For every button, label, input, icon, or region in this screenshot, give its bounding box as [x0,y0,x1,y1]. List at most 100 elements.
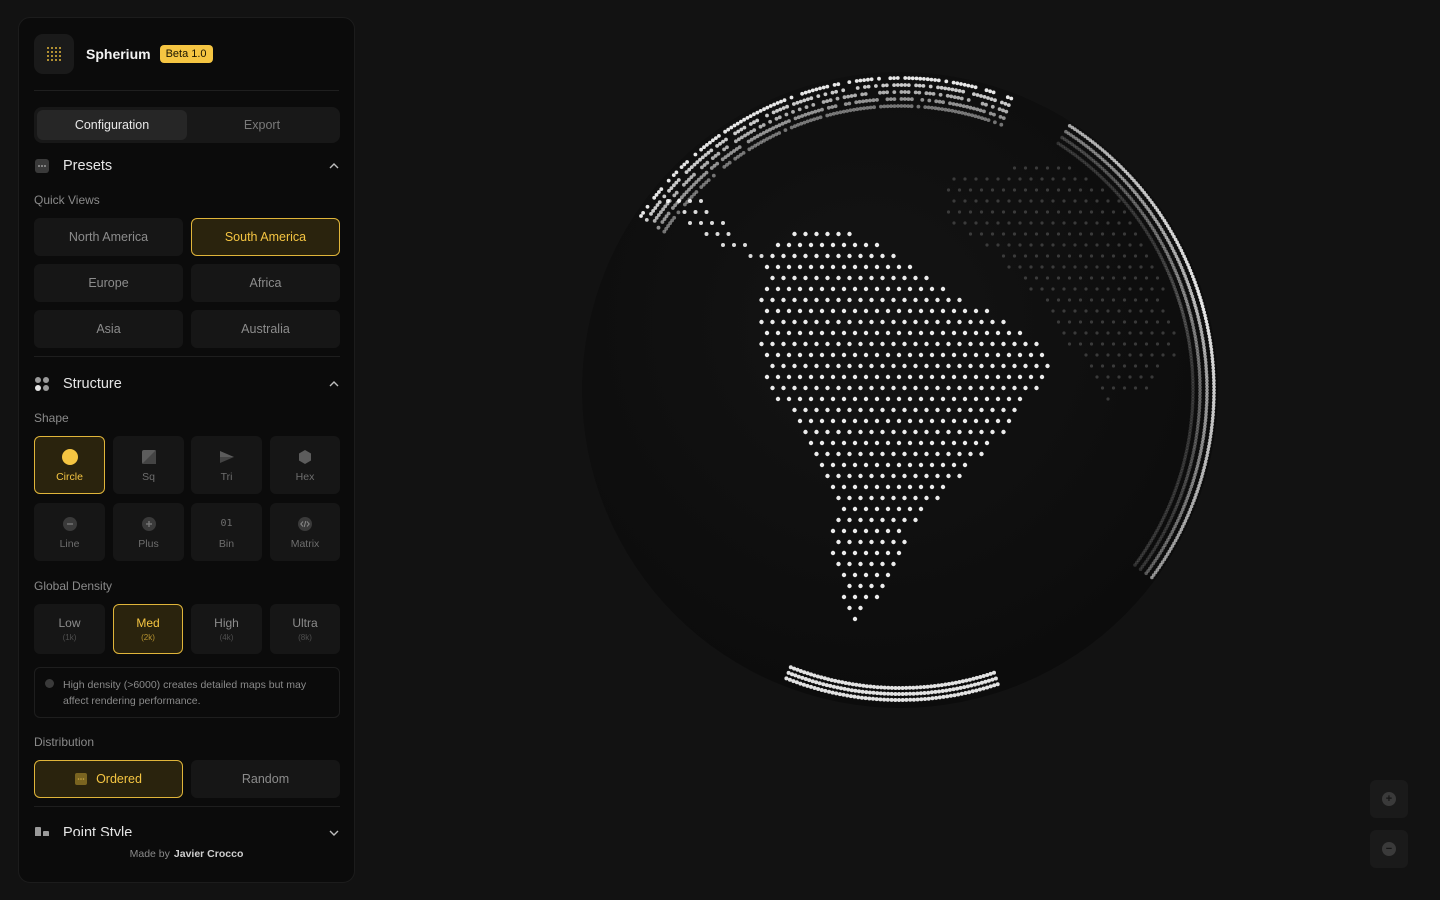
globe-dot [818,87,822,91]
globe-dot [765,265,769,269]
globe-dot [820,309,824,313]
globe-dot [955,687,959,691]
globe-dot [1202,311,1206,315]
preset-asia[interactable]: Asia [34,310,183,348]
tab-configuration[interactable]: Configuration [37,110,187,140]
shape-plus[interactable]: Plus [113,503,184,561]
globe-dot [958,89,962,93]
globe-dot [864,696,868,700]
globe-dot [1145,386,1148,389]
globe-dot [985,353,989,357]
globe-dot [1112,320,1115,323]
globe-dot [968,342,972,346]
globe-dot [897,287,901,291]
globe-dot [1057,210,1060,213]
shape-circle[interactable]: Circle [34,436,105,494]
globe-dot [828,684,832,688]
globe-dot [1106,309,1109,312]
globe-dot [823,676,827,680]
density-low[interactable]: Low (1k) [34,604,105,654]
presets-section-header[interactable]: Presets [34,156,340,176]
preset-north-america[interactable]: North America [34,218,183,256]
structure-section-header[interactable]: Structure [34,374,340,394]
globe-dot [645,218,649,222]
globe-dot [974,689,978,693]
globe-dot [886,441,890,445]
globe-dot [902,474,906,478]
globe-dot [787,309,791,313]
globe-dot [893,698,897,702]
globe-dot [825,276,829,280]
globe-dot [974,114,978,118]
globe-dot [980,188,983,191]
globe-dot [933,684,937,688]
globe-dot [988,89,992,93]
tab-export[interactable]: Export [187,110,337,140]
density-med[interactable]: Med (2k) [113,604,183,654]
shape-matrix[interactable]: Matrix [270,503,340,561]
zoom-in-button[interactable]: + [1370,780,1408,818]
globe-dot [979,109,983,113]
globe-dot [1007,199,1010,202]
preset-africa[interactable]: Africa [191,264,340,302]
density-high[interactable]: High (4k) [191,604,262,654]
globe-dot [1117,331,1120,334]
shape-line[interactable]: Line [34,503,105,561]
globe-dot [890,686,894,690]
globe-dot [831,691,835,695]
globe-dot [1002,188,1005,191]
globe-dot [787,119,791,123]
globe-dot [872,691,876,695]
globe-dot [853,595,857,599]
globe-dot [809,672,813,676]
globe-dot [1035,166,1038,169]
globe-dot [989,684,993,688]
globe-dot [1201,437,1205,441]
globe-dot [875,331,879,335]
globe-dot [1034,386,1038,390]
globe-dot [1023,364,1027,368]
globe-dot [1106,375,1109,378]
globe-dot [975,108,979,112]
globe-dot [789,665,793,669]
globe-dot [1001,109,1005,113]
globe-dot [759,298,763,302]
globe-dot [897,551,901,555]
globe-dot [781,298,785,302]
globe-dot [1128,353,1131,356]
globe-dot [978,675,982,679]
shape-square[interactable]: Sq [113,436,184,494]
globe-dot [891,452,895,456]
globe-dot [836,386,840,390]
footer-author[interactable]: Javier Crocco [174,848,243,860]
globe-dot [1150,265,1153,268]
globe-dot [864,287,868,291]
globe-dot [886,397,890,401]
globe-dot [886,353,890,357]
globe-dot [825,232,829,236]
shape-triangle[interactable]: Tri [191,436,262,494]
preset-australia[interactable]: Australia [191,310,340,348]
globe-dot [1139,353,1142,356]
globe-dot [858,320,862,324]
globe-dot [1205,323,1209,327]
globe-dot [880,474,884,478]
distribution-random[interactable]: Random [191,760,340,798]
globe-visualization[interactable] [560,60,1240,740]
shape-bin[interactable]: 01 Bin [191,503,262,561]
globe-dot [728,161,732,165]
preset-south-america[interactable]: South America [191,218,340,256]
globe-dot [956,96,960,100]
preset-europe[interactable]: Europe [34,264,183,302]
globe-dot [770,386,774,390]
globe-dot [894,686,898,690]
globe-dot [847,386,851,390]
globe-dot [839,686,843,690]
shape-hex[interactable]: Hex [270,436,340,494]
density-ultra[interactable]: Ultra (8k) [270,604,340,654]
globe-dot [987,118,991,122]
zoom-out-button[interactable]: − [1370,830,1408,868]
distribution-ordered[interactable]: Ordered [34,760,183,798]
globe-dot [814,680,818,684]
globe-dot [900,97,904,101]
